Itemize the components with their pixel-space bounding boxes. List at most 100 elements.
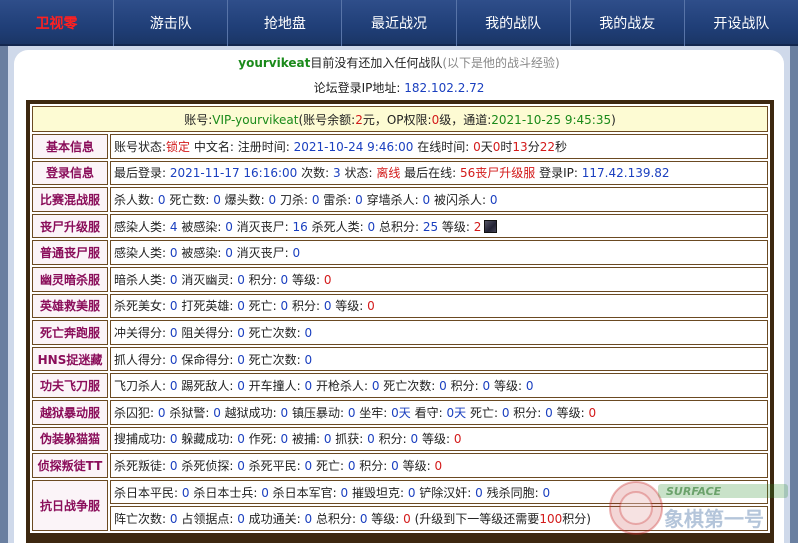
stat-segment: 0 bbox=[323, 272, 332, 287]
stat-segment: 摧毁坦克: bbox=[348, 485, 408, 500]
stat-segment: 0 bbox=[237, 432, 245, 447]
stat-segment: 积分: bbox=[355, 458, 392, 473]
nav-item-guerrilla[interactable]: 游击队 bbox=[114, 0, 229, 46]
nav-item-create-team[interactable]: 开设战队 bbox=[685, 0, 798, 46]
server-label[interactable]: 普通丧尸服 bbox=[32, 240, 108, 265]
stat-segment: 0 bbox=[525, 379, 534, 394]
stat-segment: 最后在线: bbox=[400, 166, 461, 181]
player-name[interactable]: yourvikeat bbox=[238, 56, 310, 70]
stat-segment: 0 bbox=[237, 379, 245, 394]
server-label[interactable]: HNS捉迷藏 bbox=[32, 346, 108, 372]
stat-segment: 锁定 bbox=[166, 139, 191, 154]
server-label[interactable]: 死亡奔跑服 bbox=[32, 320, 108, 345]
account-label: 账号: bbox=[184, 112, 213, 127]
server-label[interactable]: 英雄救美服 bbox=[32, 293, 108, 319]
server-label[interactable]: 丧尸升级服 bbox=[32, 213, 108, 239]
stat-segment: 总积分: bbox=[375, 219, 423, 234]
server-label[interactable]: 登录信息 bbox=[32, 160, 108, 186]
channel-time: 2021-10-25 9:45:35 bbox=[491, 112, 612, 127]
stats-row: 越狱暴动服 杀囚犯: 0 杀狱警: 0 越狱成功: 0 镇压暴动: 0 坐牢: 0… bbox=[32, 399, 768, 425]
stat-segment: 0 bbox=[181, 485, 190, 500]
stat-segment: 2021-11-17 16:16:00 bbox=[169, 166, 298, 181]
stat-segment: 0 bbox=[391, 458, 399, 473]
stats-row: 普通丧尸服 感染人类: 0 被感染: 0 消灭丧尸: 0 bbox=[32, 240, 768, 265]
stat-segment: 杀死美女: bbox=[114, 299, 170, 314]
server-label[interactable]: 幽灵暗杀服 bbox=[32, 266, 108, 292]
stat-segment: 阵亡次数: bbox=[114, 512, 170, 527]
stat-segment: 0 bbox=[169, 246, 178, 261]
stat-segment: 0 bbox=[367, 219, 376, 234]
stat-segment: 0 bbox=[237, 299, 245, 314]
content-area: yourvikeat目前没有还加入任何战队(以下是他的战斗经验) 论坛登录IP地… bbox=[14, 50, 784, 543]
stat-segment: 消灭丧尸: bbox=[232, 246, 293, 261]
nav-item-brand[interactable]: 卫视零 bbox=[0, 0, 115, 46]
stat-segment: 杀日本士兵: bbox=[189, 485, 262, 500]
stat-segment: 积分: bbox=[446, 379, 483, 394]
stats-row: 丧尸升级服 感染人类: 4 被感染: 0 消灭丧尸: 16 杀死人类: 0 总积分… bbox=[32, 213, 768, 239]
stat-segment: 0 bbox=[588, 405, 597, 420]
nav-item-my-team[interactable]: 我的战队 bbox=[457, 0, 571, 46]
server-stats: 杀死叛徒: 0 杀死侦探: 0 杀死平民: 0 死亡: 0 积分: 0 等级: … bbox=[110, 453, 768, 478]
nav-item-territory[interactable]: 抢地盘 bbox=[228, 0, 343, 46]
stat-segment: 消灭丧尸: bbox=[232, 219, 293, 234]
stat-segment: 消灭幽灵: bbox=[177, 272, 238, 287]
stat-segment: 杀死平民: bbox=[244, 458, 305, 473]
stat-segment: 0 bbox=[237, 352, 245, 367]
server-stats: 冲关得分: 0 阻关得分: 0 死亡次数: 0 bbox=[110, 320, 768, 345]
stat-segment: 积分: bbox=[374, 432, 411, 447]
stat-segment: 0 bbox=[169, 299, 178, 314]
account-close: ) bbox=[611, 112, 616, 127]
stat-segment: 保命得分: bbox=[177, 352, 238, 367]
stat-segment: 杀囚犯: bbox=[114, 405, 158, 420]
stat-segment: 0 bbox=[304, 325, 313, 340]
stat-segment: 0 bbox=[237, 325, 245, 340]
stat-segment: 杀死叛徒: bbox=[114, 458, 170, 473]
stat-segment: 阻关得分: bbox=[177, 325, 238, 340]
stat-segment: 0 bbox=[542, 485, 551, 500]
balance-value: 2 bbox=[355, 112, 363, 127]
stat-segment: 0 bbox=[225, 219, 233, 234]
server-label[interactable]: 伪装躲猫猫 bbox=[32, 426, 108, 452]
server-stats: 最后登录: 2021-11-17 16:16:00 次数: 3 状态: 离线 最… bbox=[110, 160, 768, 186]
stat-segment: 0 bbox=[439, 379, 447, 394]
stat-segment: 0 bbox=[169, 512, 178, 527]
stat-segment: 4 bbox=[169, 219, 178, 234]
stat-segment: 时 bbox=[500, 139, 513, 154]
server-stats: 账号状态:锁定 中文名: 注册时间: 2021-10-24 9:46:00 在线… bbox=[110, 134, 768, 159]
stat-segment: 登录IP: bbox=[535, 166, 582, 181]
stat-segment: 0 bbox=[475, 485, 483, 500]
stat-segment: 0 bbox=[237, 272, 245, 287]
server-stats: 杀人数: 0 死亡数: 0 爆头数: 0 刀杀: 0 雷杀: 0 穿墙杀人: 0… bbox=[110, 187, 768, 212]
stat-segment: 0 bbox=[304, 512, 313, 527]
stat-segment: 总积分: bbox=[312, 512, 360, 527]
stat-segment: 被闪杀人: bbox=[430, 192, 490, 207]
server-label[interactable]: 基本信息 bbox=[32, 134, 108, 159]
stat-segment: 0 bbox=[403, 512, 411, 527]
stat-segment: 被感染: bbox=[177, 246, 226, 261]
stat-segment: 积分: bbox=[509, 405, 546, 420]
stat-segment: 0 bbox=[280, 272, 289, 287]
nav-item-recent-battles[interactable]: 最近战况 bbox=[342, 0, 457, 46]
server-label[interactable]: 比赛混战服 bbox=[32, 187, 108, 212]
stat-segment: 暗杀人类: bbox=[114, 272, 170, 287]
server-label[interactable]: 越狱暴动服 bbox=[32, 399, 108, 425]
stat-segment: (升级到下一等级还需要 bbox=[410, 512, 540, 527]
stat-segment: 状态: bbox=[340, 166, 377, 181]
server-label[interactable]: 侦探叛徒TT bbox=[32, 453, 108, 478]
stats-row: 死亡奔跑服 冲关得分: 0 阻关得分: 0 死亡次数: 0 bbox=[32, 320, 768, 345]
stat-segment: 坐牢: bbox=[355, 405, 392, 420]
stat-segment: 被捕: bbox=[288, 432, 324, 447]
server-label[interactable]: 抗日战争服 bbox=[32, 479, 108, 531]
stat-segment: 躲藏成功: bbox=[177, 432, 238, 447]
stat-segment: 0 bbox=[169, 379, 178, 394]
stats-row: 抗日战争服 杀日本平民: 0 杀日本士兵: 0 杀日本军官: 0 摧毁坦克: 0 … bbox=[32, 479, 768, 531]
stat-segment: 铲除汉奸: bbox=[415, 485, 476, 500]
nav-item-my-teammates[interactable]: 我的战友 bbox=[571, 0, 685, 46]
stats-row: 阵亡次数: 0 占领据点: 0 成功通关: 0 总积分: 0 等级: 0 (升级… bbox=[32, 506, 768, 531]
stat-segment: 最后登录: bbox=[114, 166, 170, 181]
stat-segment: 积分: bbox=[288, 299, 324, 314]
channel-label: 级，通道: bbox=[439, 112, 492, 127]
stat-segment: 22 bbox=[539, 139, 555, 154]
stats-row: 基本信息 账号状态:锁定 中文名: 注册时间: 2021-10-24 9:46:0… bbox=[32, 134, 768, 159]
server-label[interactable]: 功夫飞刀服 bbox=[32, 373, 108, 398]
